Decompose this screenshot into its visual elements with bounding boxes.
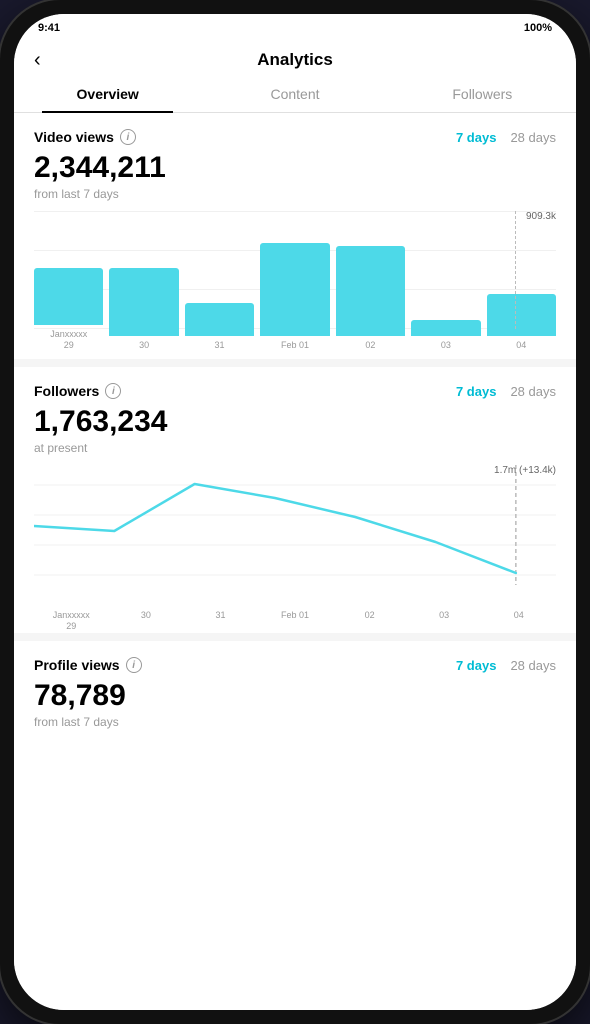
video-views-7day-filter[interactable]: 7 days bbox=[456, 130, 496, 145]
bar-label-5: 03 bbox=[441, 340, 451, 351]
video-views-title-group: Video views i bbox=[34, 129, 136, 145]
video-views-title: Video views bbox=[34, 129, 114, 145]
bar-group-4: 02 bbox=[336, 246, 405, 351]
bar-label-4: 02 bbox=[365, 340, 375, 351]
page-title: Analytics bbox=[257, 50, 333, 70]
divider-1 bbox=[14, 359, 576, 367]
bar-3 bbox=[260, 243, 329, 337]
bar-label-0: Janxxxxx29 bbox=[50, 329, 87, 351]
nav-header: ‹ Analytics bbox=[14, 42, 576, 76]
video-views-28day-filter[interactable]: 28 days bbox=[510, 130, 556, 145]
bar-label-6: 04 bbox=[516, 340, 526, 351]
followers-sublabel: at present bbox=[34, 441, 556, 455]
bar-2 bbox=[185, 303, 254, 336]
x-label-30: 30 bbox=[109, 610, 184, 632]
followers-header: Followers i 7 days 28 days bbox=[34, 383, 556, 399]
video-views-header: Video views i 7 days 28 days bbox=[34, 129, 556, 145]
profile-views-header: Profile views i 7 days 28 days bbox=[34, 657, 556, 673]
bar-0 bbox=[34, 268, 103, 325]
followers-annotation: 1.7m (+13.4k) bbox=[494, 465, 556, 476]
bar-label-1: 30 bbox=[139, 340, 149, 351]
line-chart-x-labels: Janxxxxx29 30 31 Feb 01 02 03 04 bbox=[34, 610, 556, 632]
bar-4 bbox=[336, 246, 405, 336]
bar-6 bbox=[487, 294, 556, 336]
x-label-02: 02 bbox=[332, 610, 407, 632]
bar-chart-dashed-line bbox=[515, 211, 516, 329]
followers-7day-filter[interactable]: 7 days bbox=[456, 384, 496, 399]
bar-group-3: Feb 01 bbox=[260, 243, 329, 351]
status-bar: 9:41 100% bbox=[14, 14, 576, 42]
profile-views-sublabel: from last 7 days bbox=[34, 715, 556, 729]
x-label-feb01: Feb 01 bbox=[258, 610, 333, 632]
status-time: 9:41 bbox=[38, 22, 60, 34]
line-chart-svg bbox=[34, 465, 556, 605]
main-content: Video views i 7 days 28 days 2,344,211 f… bbox=[14, 113, 576, 1010]
followers-chart: 1.7m (+13.4k) Janxxxxx29 bbox=[34, 465, 556, 625]
followers-title-group: Followers i bbox=[34, 383, 121, 399]
profile-views-title: Profile views bbox=[34, 657, 120, 673]
followers-title: Followers bbox=[34, 383, 99, 399]
video-views-chart: 909.3k Janxxxxx293031Feb 01020304 bbox=[34, 211, 556, 351]
profile-views-28day-filter[interactable]: 28 days bbox=[510, 658, 556, 673]
bar-group-0: Janxxxxx29 bbox=[34, 268, 103, 351]
x-label-04: 04 bbox=[481, 610, 556, 632]
phone-frame: 9:41 100% ‹ Analytics Overview Content F… bbox=[0, 0, 590, 1024]
video-views-section: Video views i 7 days 28 days 2,344,211 f… bbox=[14, 113, 576, 359]
x-label-jan29: Janxxxxx29 bbox=[34, 610, 109, 632]
video-views-info-icon[interactable]: i bbox=[120, 129, 136, 145]
video-views-value: 2,344,211 bbox=[34, 151, 556, 185]
bar-group-6: 04 bbox=[487, 294, 556, 351]
divider-2 bbox=[14, 633, 576, 641]
video-views-filters: 7 days 28 days bbox=[456, 130, 556, 145]
bar-group-1: 30 bbox=[109, 268, 178, 351]
bar-chart-wrapper: Janxxxxx29 30 31 Feb 01 02 03 04 bbox=[34, 211, 556, 351]
bar-label-2: 31 bbox=[215, 340, 225, 351]
back-button[interactable]: ‹ bbox=[34, 49, 41, 72]
status-battery: 100% bbox=[524, 22, 552, 34]
bar-1 bbox=[109, 268, 178, 336]
bar-label-3: Feb 01 bbox=[281, 340, 309, 351]
bar-5 bbox=[411, 320, 480, 337]
phone-screen: 9:41 100% ‹ Analytics Overview Content F… bbox=[14, 14, 576, 1010]
video-views-sublabel: from last 7 days bbox=[34, 187, 556, 201]
followers-section: Followers i 7 days 28 days 1,763,234 at … bbox=[14, 367, 576, 633]
tab-followers[interactable]: Followers bbox=[389, 76, 576, 112]
profile-views-info-icon[interactable]: i bbox=[126, 657, 142, 673]
profile-views-section: Profile views i 7 days 28 days 78,789 fr… bbox=[14, 641, 576, 751]
profile-views-filters: 7 days 28 days bbox=[456, 658, 556, 673]
bar-group-2: 31 bbox=[185, 303, 254, 351]
followers-filters: 7 days 28 days bbox=[456, 384, 556, 399]
profile-views-value: 78,789 bbox=[34, 679, 556, 713]
profile-views-title-group: Profile views i bbox=[34, 657, 142, 673]
tab-content[interactable]: Content bbox=[201, 76, 388, 112]
tab-bar: Overview Content Followers bbox=[14, 76, 576, 113]
x-label-03: 03 bbox=[407, 610, 482, 632]
followers-info-icon[interactable]: i bbox=[105, 383, 121, 399]
bar-group-5: 03 bbox=[411, 320, 480, 351]
followers-28day-filter[interactable]: 28 days bbox=[510, 384, 556, 399]
x-label-31: 31 bbox=[183, 610, 258, 632]
bar-chart: Janxxxxx29 30 31 Feb 01 02 03 04 bbox=[34, 211, 556, 351]
followers-value: 1,763,234 bbox=[34, 405, 556, 439]
tab-overview[interactable]: Overview bbox=[14, 76, 201, 112]
profile-views-7day-filter[interactable]: 7 days bbox=[456, 658, 496, 673]
